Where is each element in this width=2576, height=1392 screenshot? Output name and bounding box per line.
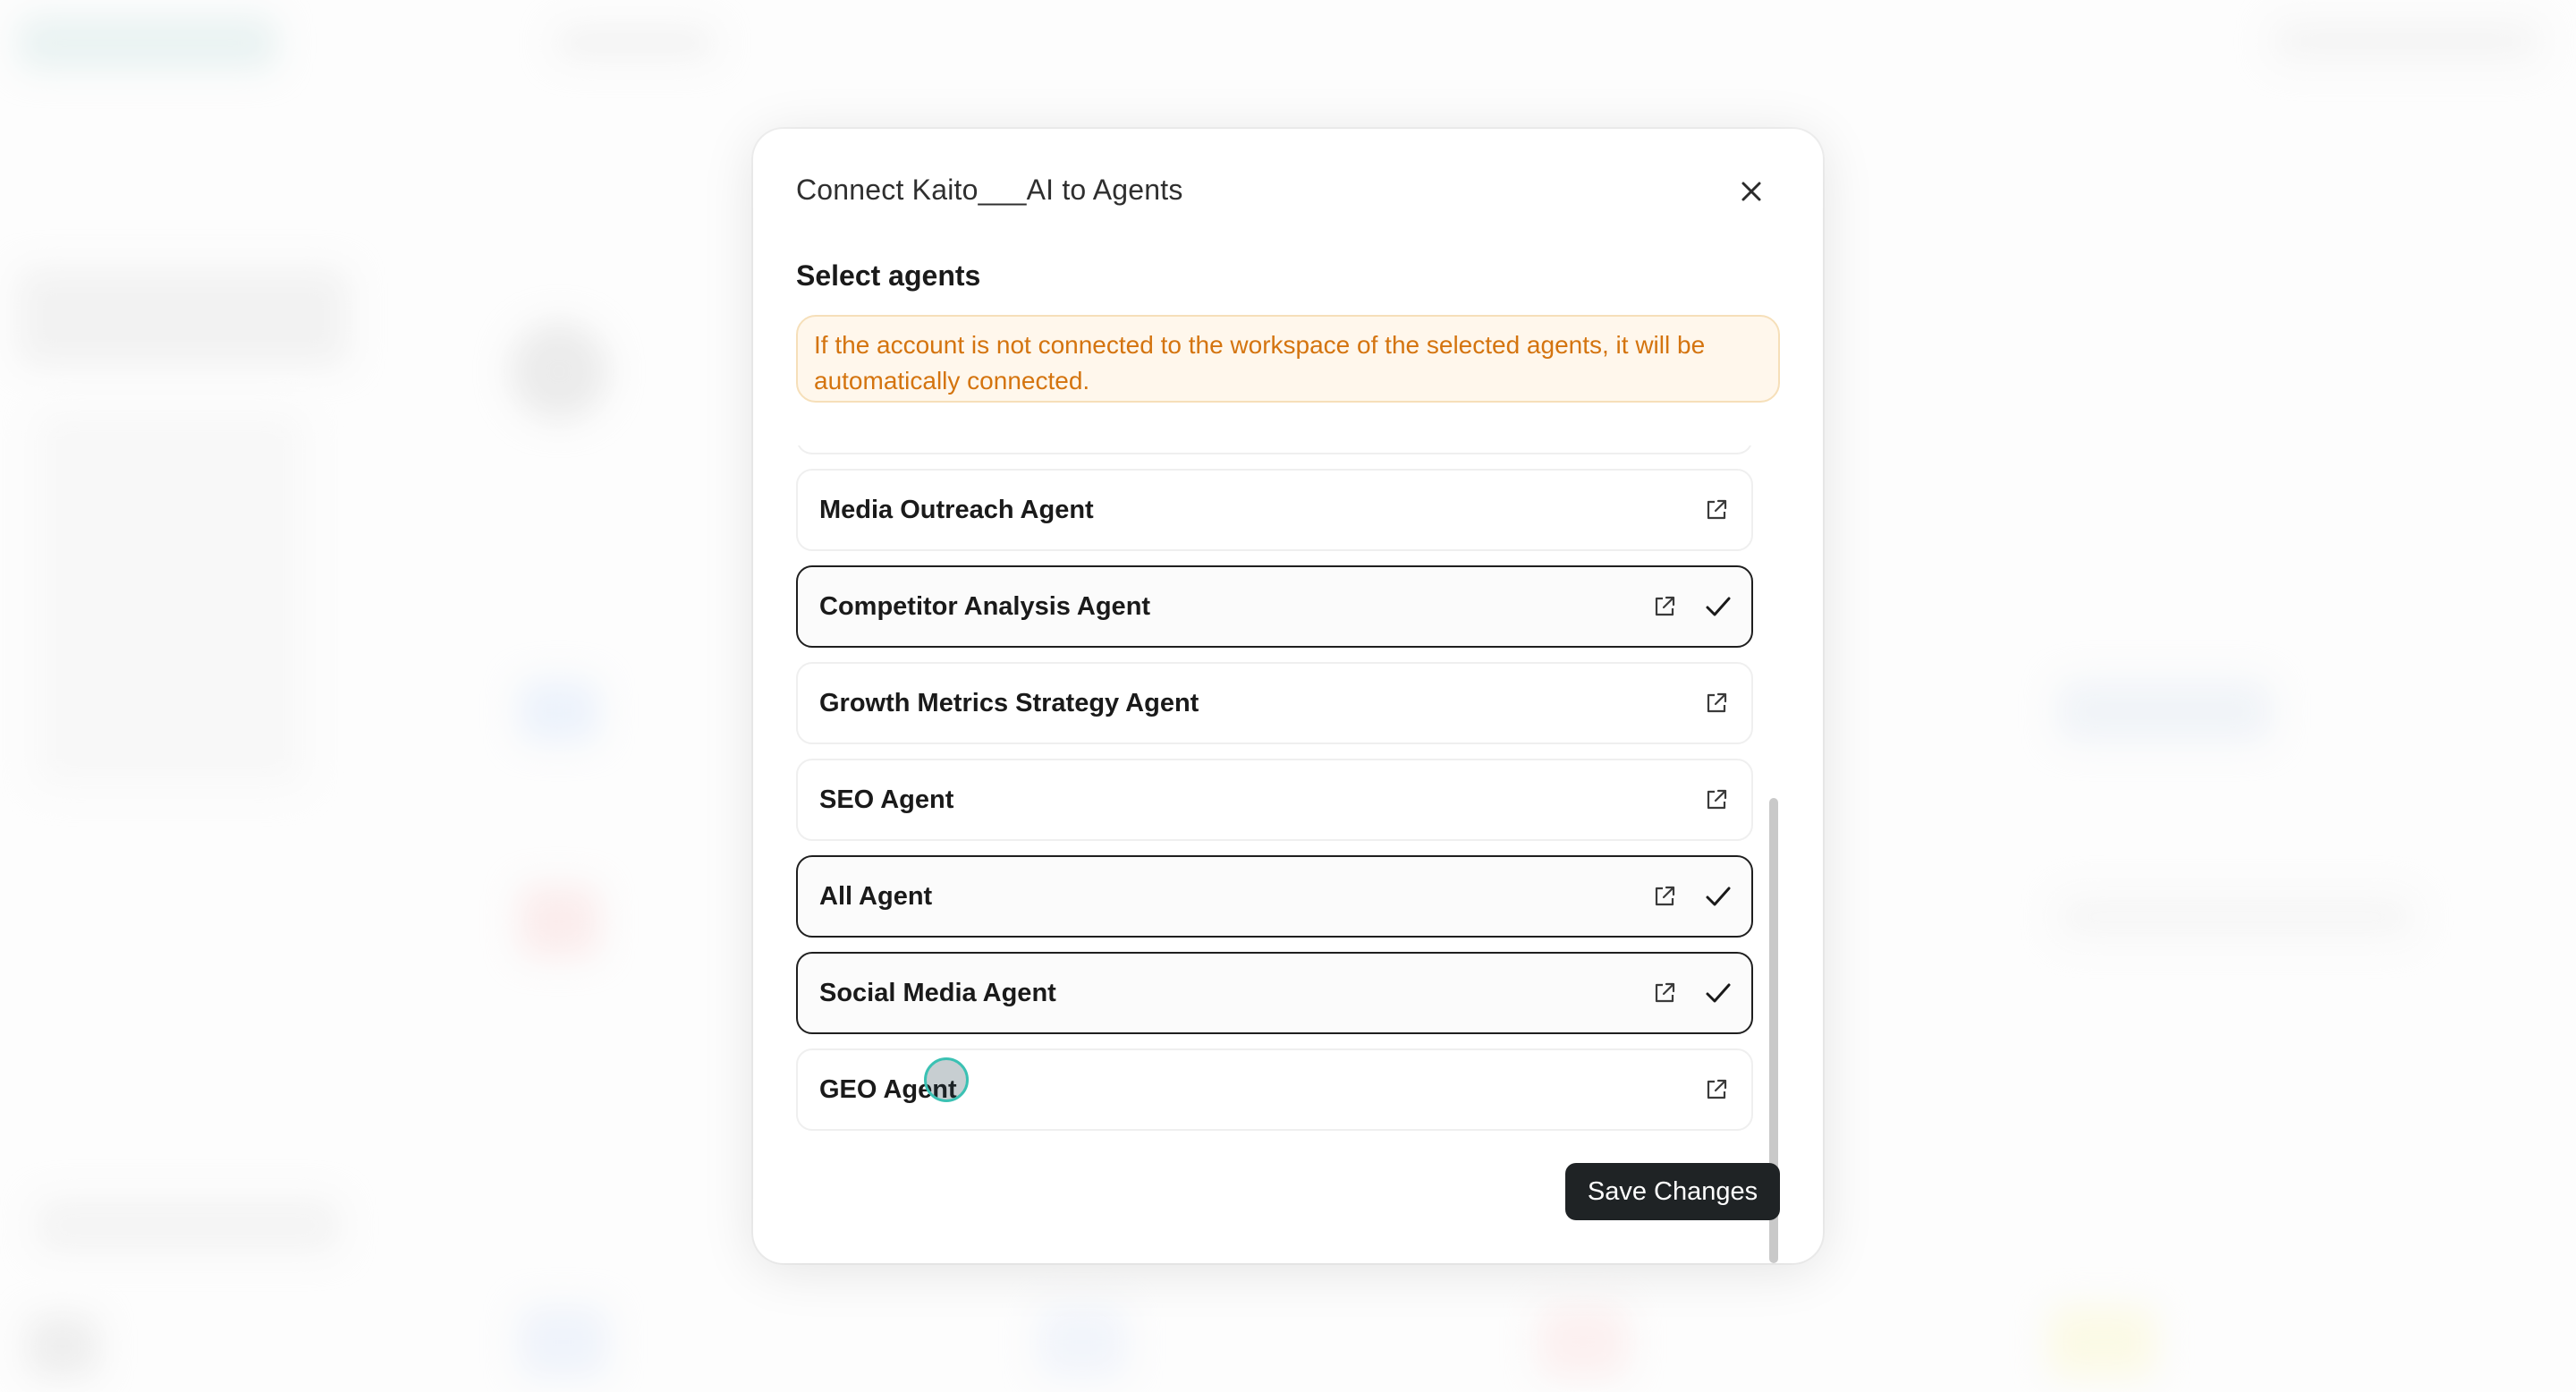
connect-agents-dialog: Connect Kaito___AI to Agents Select agen… xyxy=(753,129,1823,1263)
agent-name: GEO Agent xyxy=(819,1074,957,1104)
agent-item[interactable]: Growth Metrics Strategy Agent xyxy=(796,662,1753,744)
check-icon xyxy=(1706,983,1731,1003)
external-link-icon xyxy=(1655,596,1675,616)
agent-name: All Agent xyxy=(819,881,933,911)
open-agent-link[interactable] xyxy=(1651,980,1678,1006)
agent-name: Media Outreach Agent xyxy=(819,495,1094,524)
agent-name: Social Media Agent xyxy=(819,978,1056,1007)
open-agent-link[interactable] xyxy=(1703,786,1730,813)
close-button[interactable] xyxy=(1733,174,1769,209)
external-link-icon xyxy=(1655,886,1675,906)
section-title: Select agents xyxy=(796,259,981,292)
open-agent-link[interactable] xyxy=(1703,497,1730,523)
agent-list[interactable]: Media Outreach Agent Competitor Analysis … xyxy=(796,446,1780,1269)
close-icon xyxy=(1741,182,1761,201)
agent-item[interactable]: All Agent xyxy=(796,855,1753,938)
agent-list-inner: Media Outreach Agent Competitor Analysis … xyxy=(796,446,1753,1145)
agent-name: Growth Metrics Strategy Agent xyxy=(819,688,1199,717)
open-agent-link[interactable] xyxy=(1703,1076,1730,1103)
agent-item[interactable]: SEO Agent xyxy=(796,759,1753,841)
selected-check xyxy=(1701,590,1735,624)
agent-name: SEO Agent xyxy=(819,785,954,814)
agent-item-partial[interactable] xyxy=(796,446,1753,454)
open-agent-link[interactable] xyxy=(1703,690,1730,717)
check-icon xyxy=(1706,887,1731,906)
external-link-icon xyxy=(1655,982,1675,1003)
agent-item[interactable]: GEO Agent xyxy=(796,1048,1753,1131)
open-agent-link[interactable] xyxy=(1651,593,1678,620)
selected-check xyxy=(1701,976,1735,1010)
open-agent-link[interactable] xyxy=(1651,883,1678,910)
check-icon xyxy=(1706,597,1731,616)
selected-check xyxy=(1701,879,1735,913)
agent-item[interactable]: Social Media Agent xyxy=(796,952,1753,1034)
agent-item[interactable]: Competitor Analysis Agent xyxy=(796,565,1753,648)
agent-item[interactable]: Media Outreach Agent xyxy=(796,469,1753,551)
external-link-icon xyxy=(1707,692,1727,713)
external-link-icon xyxy=(1707,1079,1727,1099)
save-changes-button[interactable]: Save Changes xyxy=(1565,1163,1780,1220)
dialog-title: Connect Kaito___AI to Agents xyxy=(796,174,1183,206)
auto-connect-notice: If the account is not connected to the w… xyxy=(796,315,1780,403)
agent-name: Competitor Analysis Agent xyxy=(819,591,1151,621)
external-link-icon xyxy=(1707,789,1727,810)
external-link-icon xyxy=(1707,499,1727,520)
